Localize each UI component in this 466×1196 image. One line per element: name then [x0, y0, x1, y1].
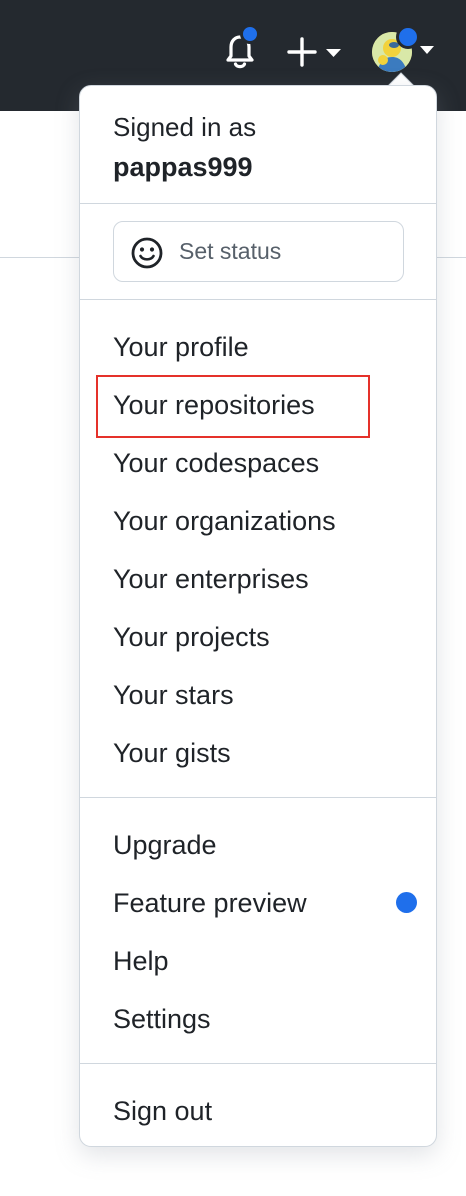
avatar-status-dot	[396, 25, 420, 49]
user-dropdown-menu: Signed in as pappas999 Set status Your p…	[79, 85, 437, 1147]
plus-icon	[287, 37, 341, 67]
menu-item-help[interactable]: Help	[113, 936, 169, 986]
set-status-button[interactable]: Set status	[113, 221, 404, 282]
menu-divider	[80, 203, 436, 204]
menu-item-your-enterprises[interactable]: Your enterprises	[113, 554, 309, 604]
menu-item-your-stars[interactable]: Your stars	[113, 670, 234, 720]
menu-item-your-codespaces[interactable]: Your codespaces	[113, 438, 319, 488]
notification-unread-dot	[240, 24, 260, 44]
menu-item-your-profile[interactable]: Your profile	[113, 322, 249, 372]
menu-item-your-projects[interactable]: Your projects	[113, 612, 270, 662]
set-status-label: Set status	[179, 238, 282, 264]
menu-divider	[80, 299, 436, 300]
dropdown-pointer	[388, 72, 414, 86]
feature-preview-badge	[396, 892, 417, 913]
menu-item-your-organizations[interactable]: Your organizations	[113, 496, 336, 546]
user-menu-button[interactable]	[372, 25, 442, 76]
menu-item-settings[interactable]: Settings	[113, 994, 211, 1044]
smiley-icon	[131, 237, 163, 269]
menu-divider	[80, 1063, 436, 1064]
menu-item-upgrade[interactable]: Upgrade	[113, 820, 217, 870]
menu-item-your-gists[interactable]: Your gists	[113, 728, 231, 778]
create-new-button[interactable]	[286, 32, 346, 72]
notifications-button[interactable]	[220, 24, 260, 74]
chevron-down-icon	[420, 46, 434, 54]
signed-in-header: Signed in as pappas999	[80, 86, 436, 204]
menu-item-feature-preview[interactable]: Feature preview	[113, 878, 307, 928]
highlight-annotation-box	[96, 375, 370, 438]
username[interactable]: pappas999	[113, 152, 253, 183]
signed-in-label: Signed in as	[113, 112, 257, 142]
menu-item-sign-out[interactable]: Sign out	[113, 1086, 212, 1136]
chevron-down-icon	[326, 49, 341, 57]
menu-divider	[80, 797, 436, 798]
